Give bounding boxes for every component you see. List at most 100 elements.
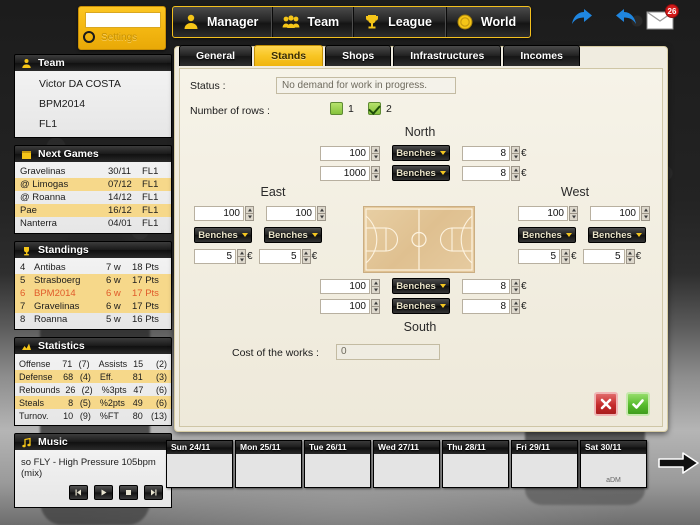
list-item[interactable]: Pae 16/12 FL1 [15, 204, 171, 217]
table-row[interactable]: 4 Antibas 7 w 18 Pts [15, 261, 171, 274]
east-capacity-2-stepper[interactable] [266, 206, 326, 221]
south-capacity-2-input[interactable] [320, 298, 370, 314]
calendar-day-fri[interactable]: Fri 29/11 [511, 440, 578, 488]
list-item[interactable]: @ Limogas 07/12 FL1 [15, 178, 171, 191]
west-capacity-2-stepper[interactable] [590, 206, 650, 221]
spinner[interactable] [569, 206, 578, 221]
west-type-1-dropdown[interactable]: Benches [518, 227, 576, 243]
calendar-day-sat[interactable]: Sat 30/11 aDM [580, 440, 647, 488]
east-price-1-input[interactable] [194, 249, 236, 264]
rows-checkbox-1[interactable] [330, 102, 343, 115]
tab-shops[interactable]: Shops [325, 45, 392, 66]
spinner[interactable] [511, 298, 520, 314]
list-item[interactable]: Gravelinas 30/11 FL1 [15, 165, 171, 178]
spinner[interactable] [371, 145, 380, 161]
standing-wins: 6 w [106, 275, 121, 286]
east-price-2-stepper[interactable]: € [258, 249, 318, 264]
table-row-own-team[interactable]: 6 BPM2014 6 w 17 Pts [15, 287, 171, 300]
nav-item-manager[interactable]: Manager [173, 7, 274, 37]
prev-button[interactable] [69, 485, 88, 500]
calendar-day-thu[interactable]: Thu 28/11 [442, 440, 509, 488]
east-capacity-row [194, 206, 326, 221]
calendar-day-tue[interactable]: Tue 26/11 [304, 440, 371, 488]
spinner[interactable] [511, 278, 520, 294]
stop-button[interactable] [119, 485, 138, 500]
forward-arrow-icon[interactable] [608, 8, 638, 34]
south-price-1-stepper[interactable]: € [462, 278, 527, 294]
settings-input[interactable] [85, 12, 161, 28]
west-price-1-stepper[interactable]: € [518, 249, 577, 264]
north-price-1-stepper[interactable]: € [462, 145, 527, 161]
tab-infrastructures[interactable]: Infrastructures [393, 45, 502, 66]
spinner[interactable] [317, 206, 326, 221]
south-price-1-input[interactable] [462, 278, 510, 294]
tab-stands[interactable]: Stands [254, 45, 324, 66]
cancel-button[interactable] [594, 392, 618, 416]
west-capacity-1-stepper[interactable] [518, 206, 578, 221]
east-type-2-dropdown[interactable]: Benches [264, 227, 322, 243]
mail-icon[interactable]: 26 [646, 4, 679, 32]
south-capacity-2-stepper[interactable] [320, 298, 380, 314]
next-button[interactable] [144, 485, 163, 500]
tab-general[interactable]: General [179, 45, 253, 66]
currency-symbol: € [311, 251, 318, 262]
east-capacity-1-stepper[interactable] [194, 206, 254, 221]
north-capacity-2-input[interactable] [320, 165, 370, 181]
west-price-2-stepper[interactable]: € [582, 249, 641, 264]
north-capacity-1-stepper[interactable] [320, 145, 380, 161]
spinner[interactable] [371, 278, 380, 294]
south-capacity-1-input[interactable] [320, 278, 370, 294]
spinner[interactable] [371, 165, 380, 181]
west-price-2-input[interactable] [582, 249, 625, 264]
west-price-1-input[interactable] [518, 249, 560, 264]
south-capacity-1-stepper[interactable] [320, 278, 380, 294]
next-arrow-icon[interactable] [657, 450, 700, 479]
west-type-2-dropdown[interactable]: Benches [588, 227, 646, 243]
spinner[interactable] [511, 145, 520, 161]
tab-incomes[interactable]: Incomes [503, 45, 580, 66]
settings-panel[interactable]: Settings [78, 6, 166, 50]
spinner[interactable] [641, 206, 650, 221]
spinner[interactable] [245, 206, 254, 221]
nav-item-league[interactable]: League [354, 7, 447, 37]
west-capacity-2-input[interactable] [590, 206, 640, 221]
confirm-button[interactable] [626, 392, 650, 416]
spinner[interactable] [301, 249, 311, 264]
east-type-1-dropdown[interactable]: Benches [194, 227, 252, 243]
east-capacity-2-input[interactable] [266, 206, 316, 221]
south-type-1-dropdown[interactable]: Benches [392, 278, 450, 294]
play-button[interactable] [94, 485, 113, 500]
east-capacity-1-input[interactable] [194, 206, 244, 221]
spinner[interactable] [511, 165, 520, 181]
list-item[interactable]: @ Roanna 14/12 FL1 [15, 191, 171, 204]
north-price-2-stepper[interactable]: € [462, 165, 527, 181]
east-price-2-input[interactable] [258, 249, 301, 264]
north-type-2-dropdown[interactable]: Benches [392, 165, 450, 181]
north-price-1-input[interactable] [462, 145, 510, 161]
south-type-2-dropdown[interactable]: Benches [392, 298, 450, 314]
calendar-day-wed[interactable]: Wed 27/11 [373, 440, 440, 488]
list-item[interactable]: Nanterra 04/01 FL1 [15, 217, 171, 230]
east-price-1-stepper[interactable]: € [194, 249, 253, 264]
back-arrow-icon[interactable] [570, 8, 600, 34]
north-price-2-input[interactable] [462, 165, 510, 181]
north-capacity-1-input[interactable] [320, 145, 370, 161]
table-row[interactable]: 8 Roanna 5 w 16 Pts [15, 313, 171, 326]
nav-item-world[interactable]: World [447, 7, 530, 37]
spinner[interactable] [561, 249, 570, 264]
south-price-2-stepper[interactable]: € [462, 298, 527, 314]
nav-item-team[interactable]: Team [273, 7, 355, 37]
table-row[interactable]: 7 Gravelinas 6 w 17 Pts [15, 300, 171, 313]
table-row[interactable]: 5 Strasboerg 6 w 17 Pts [15, 274, 171, 287]
standing-wins: 6 w [106, 301, 121, 312]
spinner[interactable] [237, 249, 246, 264]
spinner[interactable] [625, 249, 635, 264]
spinner[interactable] [371, 298, 380, 314]
south-price-2-input[interactable] [462, 298, 510, 314]
west-capacity-1-input[interactable] [518, 206, 568, 221]
calendar-day-mon[interactable]: Mon 25/11 [235, 440, 302, 488]
north-capacity-2-stepper[interactable] [320, 165, 380, 181]
calendar-day-sun[interactable]: Sun 24/11 [166, 440, 233, 488]
north-type-1-dropdown[interactable]: Benches [392, 145, 450, 161]
rows-checkbox-2[interactable] [368, 102, 381, 115]
